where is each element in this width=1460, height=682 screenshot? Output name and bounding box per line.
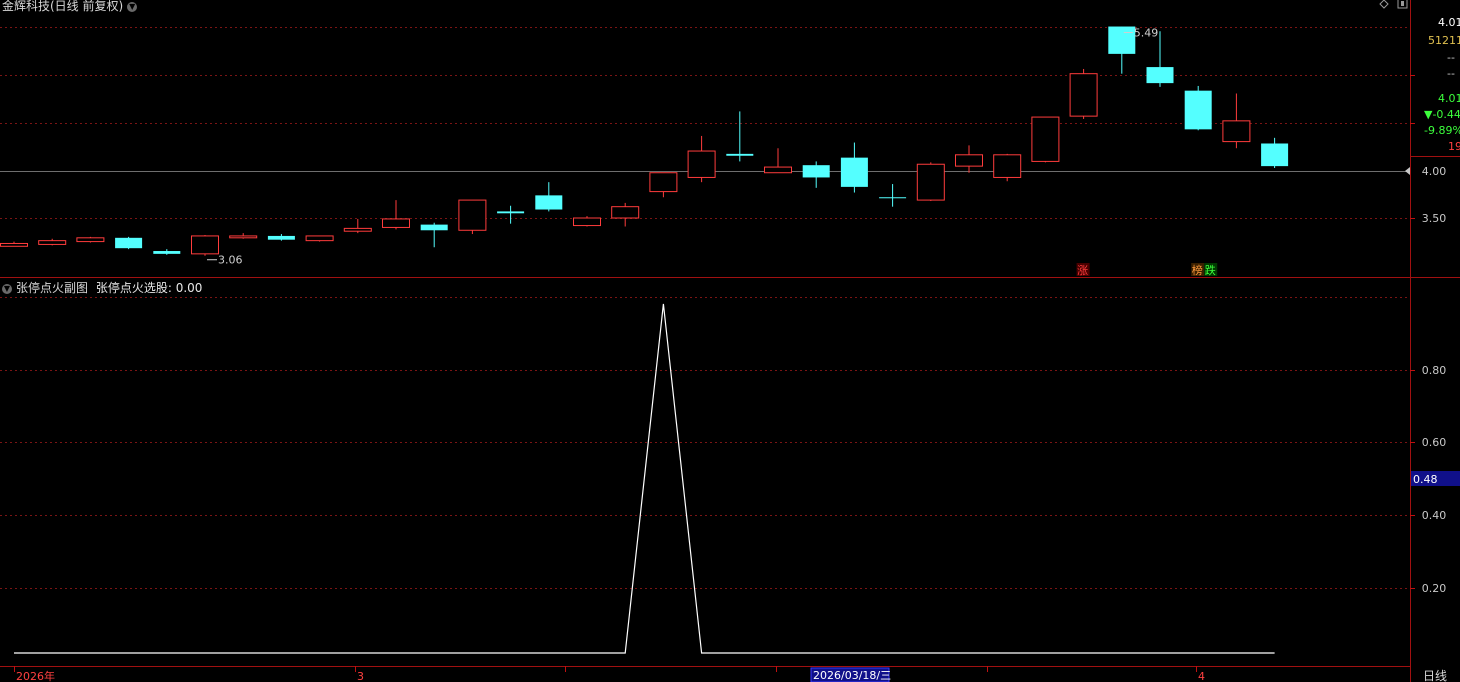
candle-up[interactable] <box>611 206 640 219</box>
marker-label: 跌 <box>1205 263 1216 277</box>
period-label[interactable]: 日线 <box>1423 669 1447 682</box>
candle-up[interactable] <box>573 217 601 227</box>
candle-down[interactable] <box>726 153 754 156</box>
low-price-label: 3.06 <box>218 254 243 267</box>
candle-up[interactable] <box>687 150 716 178</box>
candle-down[interactable] <box>535 195 563 210</box>
axis-label-4-00: 4.00 <box>1422 165 1447 178</box>
axis-label-0-60: 0.60 <box>1422 436 1447 449</box>
window-icon-inner <box>1401 1 1404 6</box>
candle-up[interactable] <box>343 227 372 232</box>
candle-up[interactable] <box>305 235 334 242</box>
quote-count: 19 <box>1448 140 1460 153</box>
quote-dash-2: -- <box>1447 67 1455 80</box>
date-month-3-label: 3 <box>357 670 364 682</box>
candle-up[interactable] <box>993 154 1022 178</box>
candle-down[interactable] <box>115 237 143 249</box>
candle-up[interactable] <box>229 235 258 239</box>
candle-down[interactable] <box>840 157 868 187</box>
axis-label-0-20: 0.20 <box>1422 582 1447 595</box>
candle-down[interactable] <box>1108 26 1136 54</box>
marker-label: 涨 <box>1077 264 1088 277</box>
candle-up[interactable] <box>38 240 67 245</box>
current-value-label: 0.48 <box>1413 473 1438 486</box>
candles <box>0 26 1289 256</box>
date-month-4-label: 4 <box>1198 670 1205 682</box>
quote-price: 4.01 <box>1438 16 1460 29</box>
candle-down[interactable] <box>497 211 525 214</box>
candle-up[interactable] <box>1031 116 1060 162</box>
quote-volume: 51211 <box>1428 34 1460 47</box>
price-pointer-icon <box>1405 167 1410 175</box>
quote-dash-1: -- <box>1447 51 1455 64</box>
quote-change: ▼-0.44 <box>1424 108 1460 121</box>
axis-label-0-40: 0.40 <box>1422 509 1447 522</box>
date-cursor-label: 2026/03/18/三 <box>813 669 891 682</box>
date-year-label: 2026年 <box>16 669 55 682</box>
candle-down[interactable] <box>802 165 830 178</box>
candle-up[interactable] <box>649 172 678 193</box>
markers: 涨 榜跌 <box>1076 263 1218 277</box>
kline-chart[interactable]: 5.49 3.06 涨 榜跌 4.00 3.50 0.80 0.60 0.40 0… <box>0 0 1460 682</box>
quote-price-2: 4.01 <box>1438 92 1460 105</box>
candle-up[interactable] <box>916 163 945 201</box>
candle-up[interactable] <box>1069 73 1098 117</box>
sub-grid <box>0 297 1410 589</box>
candle-down[interactable] <box>267 235 295 240</box>
high-price-label: 5.49 <box>1134 27 1159 40</box>
candle-up[interactable] <box>76 237 105 243</box>
candle-up[interactable] <box>0 242 28 247</box>
diamond-icon[interactable] <box>1379 0 1389 9</box>
candle-up[interactable] <box>955 154 983 167</box>
candle-down[interactable] <box>1146 67 1174 84</box>
candle-down[interactable] <box>420 224 448 231</box>
candle-down[interactable] <box>1184 90 1212 130</box>
candle-up[interactable] <box>1222 120 1251 143</box>
candle-up[interactable] <box>382 218 410 228</box>
axis-label-0-80: 0.80 <box>1422 364 1447 377</box>
axis-label-3-50: 3.50 <box>1422 212 1447 225</box>
candle-up[interactable] <box>458 199 487 231</box>
quote-change-pct: -9.89% <box>1424 124 1460 137</box>
candle-down[interactable] <box>879 197 907 199</box>
candle-up[interactable] <box>191 235 219 255</box>
candle-down[interactable] <box>153 251 181 254</box>
marker-label: 榜 <box>1192 263 1203 277</box>
candle-up[interactable] <box>764 166 792 174</box>
sub-indicator-line <box>14 303 1275 654</box>
candle-down[interactable] <box>1261 143 1289 167</box>
